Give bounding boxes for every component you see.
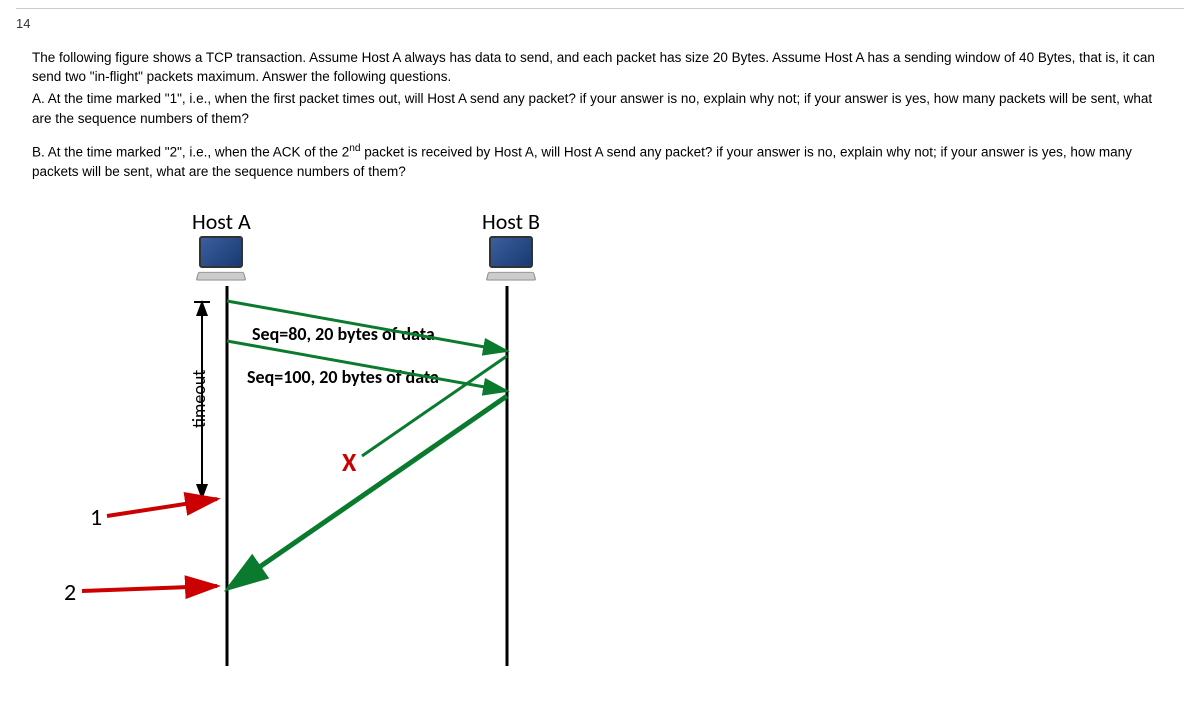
- question-part-b: B. At the time marked "2", i.e., when th…: [32, 142, 1168, 182]
- part-b-sup: nd: [349, 143, 360, 154]
- question-body: The following figure shows a TCP transac…: [16, 48, 1184, 686]
- question-part-a: A. At the time marked "1", i.e., when th…: [32, 89, 1168, 128]
- part-b-prefix: B. At the time marked "2", i.e., when th…: [32, 145, 349, 160]
- diagram-svg: [52, 206, 612, 686]
- question-intro: The following figure shows a TCP transac…: [32, 48, 1168, 87]
- tcp-diagram: Host A Host B Seq=80, 20 bytes of data S…: [52, 206, 612, 686]
- question-number: 14: [16, 15, 1184, 34]
